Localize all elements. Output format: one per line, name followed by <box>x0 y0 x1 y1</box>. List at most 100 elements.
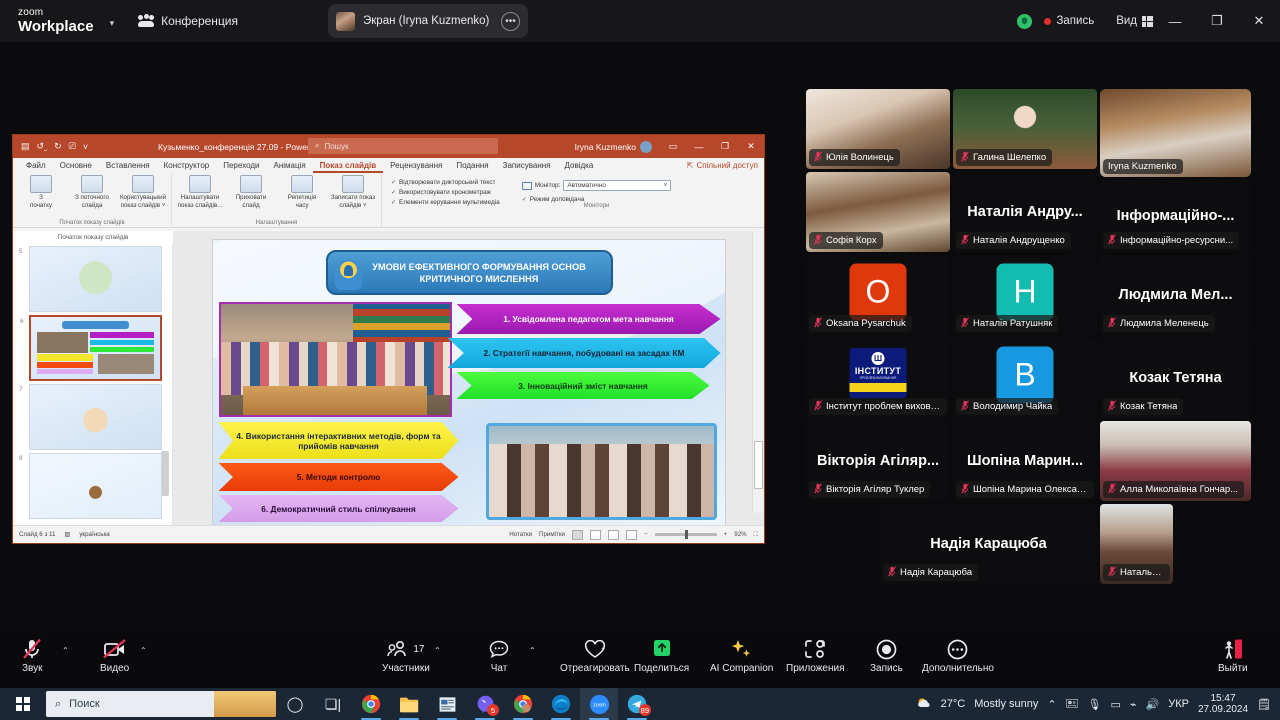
start-button[interactable] <box>0 688 46 720</box>
recording-indicator[interactable]: Запись <box>1044 15 1094 27</box>
ribbon-button-group2_items-2[interactable]: Репетиція часу <box>279 175 325 220</box>
comments-button[interactable]: Примітки <box>539 531 565 538</box>
toolbar-button-apps[interactable]: Приложения <box>786 638 845 674</box>
camera-icon[interactable]: 🖭 <box>1066 695 1079 714</box>
thumbnail-scrollbar[interactable] <box>161 331 169 525</box>
toolbar-button-chat[interactable]: Чат <box>489 638 509 674</box>
view-sorter-button[interactable] <box>590 529 602 540</box>
security-shield-icon[interactable] <box>1017 13 1033 29</box>
participant-tile-institut[interactable]: Ш ІНСТИТУТ ПРОБЛЕМ ВИХОВАННЯ Інститут пробл… <box>806 338 950 418</box>
screen-share-pill[interactable]: Экран (Iryna Kuzmenko) ••• <box>328 4 528 38</box>
slide-thumbnail-7[interactable]: 7 <box>19 384 162 450</box>
participant-tile-volodymyr[interactable]: В Володимир Чайка <box>953 338 1097 418</box>
taskbar-app-news[interactable] <box>428 688 466 720</box>
ribbon-button-group2_items-0[interactable]: Налаштувати показ слайдів... <box>177 175 223 220</box>
cortana-icon[interactable]: ◯ <box>276 688 314 720</box>
ribbon-tab-10[interactable]: Довідка <box>558 158 601 173</box>
taskbar-app-chrome[interactable] <box>352 688 390 720</box>
taskbar-search[interactable]: ⌕ Поиск <box>46 691 276 717</box>
ribbon-tab-5[interactable]: Анімація <box>266 158 312 173</box>
toolbar-button-people[interactable]: 17 Участники <box>382 638 430 674</box>
participant-tile-nadiia[interactable]: Надія Карацюба Надія Карацюба <box>880 504 1097 584</box>
view-slideshow-button[interactable] <box>626 529 638 540</box>
zoom-slider[interactable] <box>654 530 717 539</box>
keyboard-language[interactable]: УКР <box>1168 698 1189 710</box>
view-reading-button[interactable] <box>608 529 620 540</box>
toolbar-button-video[interactable]: Видео <box>100 638 129 674</box>
ribbon-tab-0[interactable]: Файл <box>19 158 53 173</box>
ribbon-tab-4[interactable]: Переходи <box>216 158 266 173</box>
ribbon-button-group1_items-0[interactable]: Зпочатку <box>18 175 64 220</box>
present-icon[interactable]: ⎚ <box>69 141 76 152</box>
ribbon-tab-7[interactable]: Рецензування <box>383 158 449 173</box>
microphone-icon[interactable]: 🎙 <box>1088 698 1102 711</box>
ribbon-tab-9[interactable]: Записування <box>496 158 558 173</box>
volume-icon[interactable]: 🔊 <box>1146 698 1160 711</box>
chevron-up-icon-audio[interactable]: ⌃ <box>62 646 69 655</box>
ribbon-checkbox-1[interactable]: ✓ Використовувати хронометраж <box>391 189 500 196</box>
participant-tile-yuliia[interactable]: Юлія Волинець <box>806 89 950 169</box>
ribbon-tab-6[interactable]: Показ слайдів <box>312 158 384 173</box>
taskbar-app-edge[interactable] <box>542 688 580 720</box>
presenter-view-checkbox[interactable]: ✓ Режим доповідача <box>522 196 672 203</box>
fit-slide-icon[interactable]: ⛶ <box>754 531 758 539</box>
ribbon-button-group1_items-2[interactable]: Користувацький показ слайдів ˅ <box>120 175 166 220</box>
powerpoint-share-button[interactable]: ⇱ Спільний доступ <box>687 161 758 170</box>
taskbar-app-chrome-profile[interactable] <box>504 688 542 720</box>
taskbar-app-zoom[interactable]: zoom <box>580 688 618 720</box>
toolbar-button-share[interactable]: Поделиться <box>634 638 689 674</box>
battery-icon[interactable]: ▭ <box>1111 698 1121 711</box>
participant-tile-irc[interactable]: Інформаційно-... Інформаційно-ресурсни... <box>1100 180 1251 252</box>
slide-thumbnail-8[interactable]: 8 <box>19 453 162 519</box>
zoom-out-button[interactable]: − <box>644 531 648 538</box>
show-hidden-icons-icon[interactable]: ⌃ <box>1047 698 1056 711</box>
powerpoint-account[interactable]: Iryna Kuzmenko <box>575 140 652 153</box>
wifi-icon[interactable]: ⌁ <box>1130 698 1137 711</box>
toolbar-button-ai[interactable]: AI Companion <box>710 638 773 674</box>
slide-vertical-scrollbar[interactable] <box>752 231 763 513</box>
participant-tile-iryna[interactable]: Iryna Kuzmenko <box>1100 89 1251 177</box>
powerpoint-close-button[interactable]: ✕ <box>738 135 764 158</box>
chevron-up-icon-video[interactable]: ⌃ <box>140 646 147 655</box>
customize-qat-icon[interactable]: ˅ <box>83 142 88 152</box>
powerpoint-restore-button[interactable]: ❐ <box>712 135 738 158</box>
ribbon-checkbox-0[interactable]: ✓ Відтворювати дикторський текст <box>391 179 500 186</box>
redo-icon[interactable]: ↻ <box>54 141 62 152</box>
participant-tile-shopina[interactable]: Шопіна Марин... Шопіна Марина Олексан... <box>953 421 1097 501</box>
ribbon-tab-3[interactable]: Конструктор <box>157 158 217 173</box>
toolbar-button-leave[interactable]: Выйти <box>1218 638 1248 674</box>
chevron-up-icon-chat[interactable]: ⌃ <box>529 646 536 655</box>
participant-tile-viktoriia[interactable]: Вікторія Агіляр... Вікторія Агіляр Туклер <box>806 421 950 501</box>
slide-thumbnail-5[interactable]: 5 <box>19 246 162 312</box>
zoom-in-button[interactable]: + <box>724 531 728 538</box>
chevron-down-icon[interactable]: ▾ <box>110 18 115 29</box>
taskbar-app-explorer[interactable] <box>390 688 428 720</box>
powerpoint-search-box[interactable]: ⌕ Пошук <box>308 138 498 154</box>
language-indicator[interactable]: українська <box>79 531 109 538</box>
view-normal-button[interactable] <box>572 529 584 540</box>
participant-tile-alla[interactable]: Алла Миколаївна Гончар... <box>1100 421 1251 501</box>
chevron-up-icon-people[interactable]: ⌃ <box>434 646 441 655</box>
notifications-icon[interactable]: 🗒 <box>1257 698 1271 711</box>
slide-thumbnail-6[interactable]: 6 <box>20 315 162 381</box>
participant-tile-kozak[interactable]: Козак Тетяна Козак Тетяна <box>1100 338 1251 418</box>
toolbar-button-audio[interactable]: Звук <box>22 638 43 674</box>
view-button[interactable]: Вид <box>1116 15 1154 27</box>
ribbon-tab-2[interactable]: Вставлення <box>99 158 157 173</box>
undo-icon[interactable]: ↺ˬ <box>37 141 48 152</box>
slide-thumbnail-panel[interactable]: 5 6 7 8 <box>13 231 173 525</box>
monitor-combo[interactable]: Монітор: Автоматично ˅ <box>521 180 672 191</box>
ribbon-tab-8[interactable]: Подання <box>449 158 495 173</box>
task-view-icon[interactable]: ❏| <box>314 688 352 720</box>
participant-tile-oksana[interactable]: O Oksana Pysarchuk <box>806 255 950 335</box>
powerpoint-minimize-button[interactable]: — <box>686 135 712 158</box>
ribbon-button-group1_items-1[interactable]: З поточного слайда <box>69 175 115 220</box>
save-icon[interactable]: ▤ <box>21 141 30 152</box>
taskbar-clock[interactable]: 15:47 27.09.2024 <box>1198 693 1248 716</box>
weather-icon[interactable] <box>916 696 932 713</box>
toolbar-button-more[interactable]: Дополнительно <box>922 638 994 674</box>
participant-tile-nataliia-a[interactable]: Наталія Андру... Наталія Андрущенко <box>953 172 1097 252</box>
maximize-button[interactable]: ❐ <box>1196 0 1238 42</box>
participant-tile-liudmyla[interactable]: Людмила Мел... Людмила Меленець <box>1100 255 1251 335</box>
ribbon-tab-1[interactable]: Основне <box>53 158 99 173</box>
